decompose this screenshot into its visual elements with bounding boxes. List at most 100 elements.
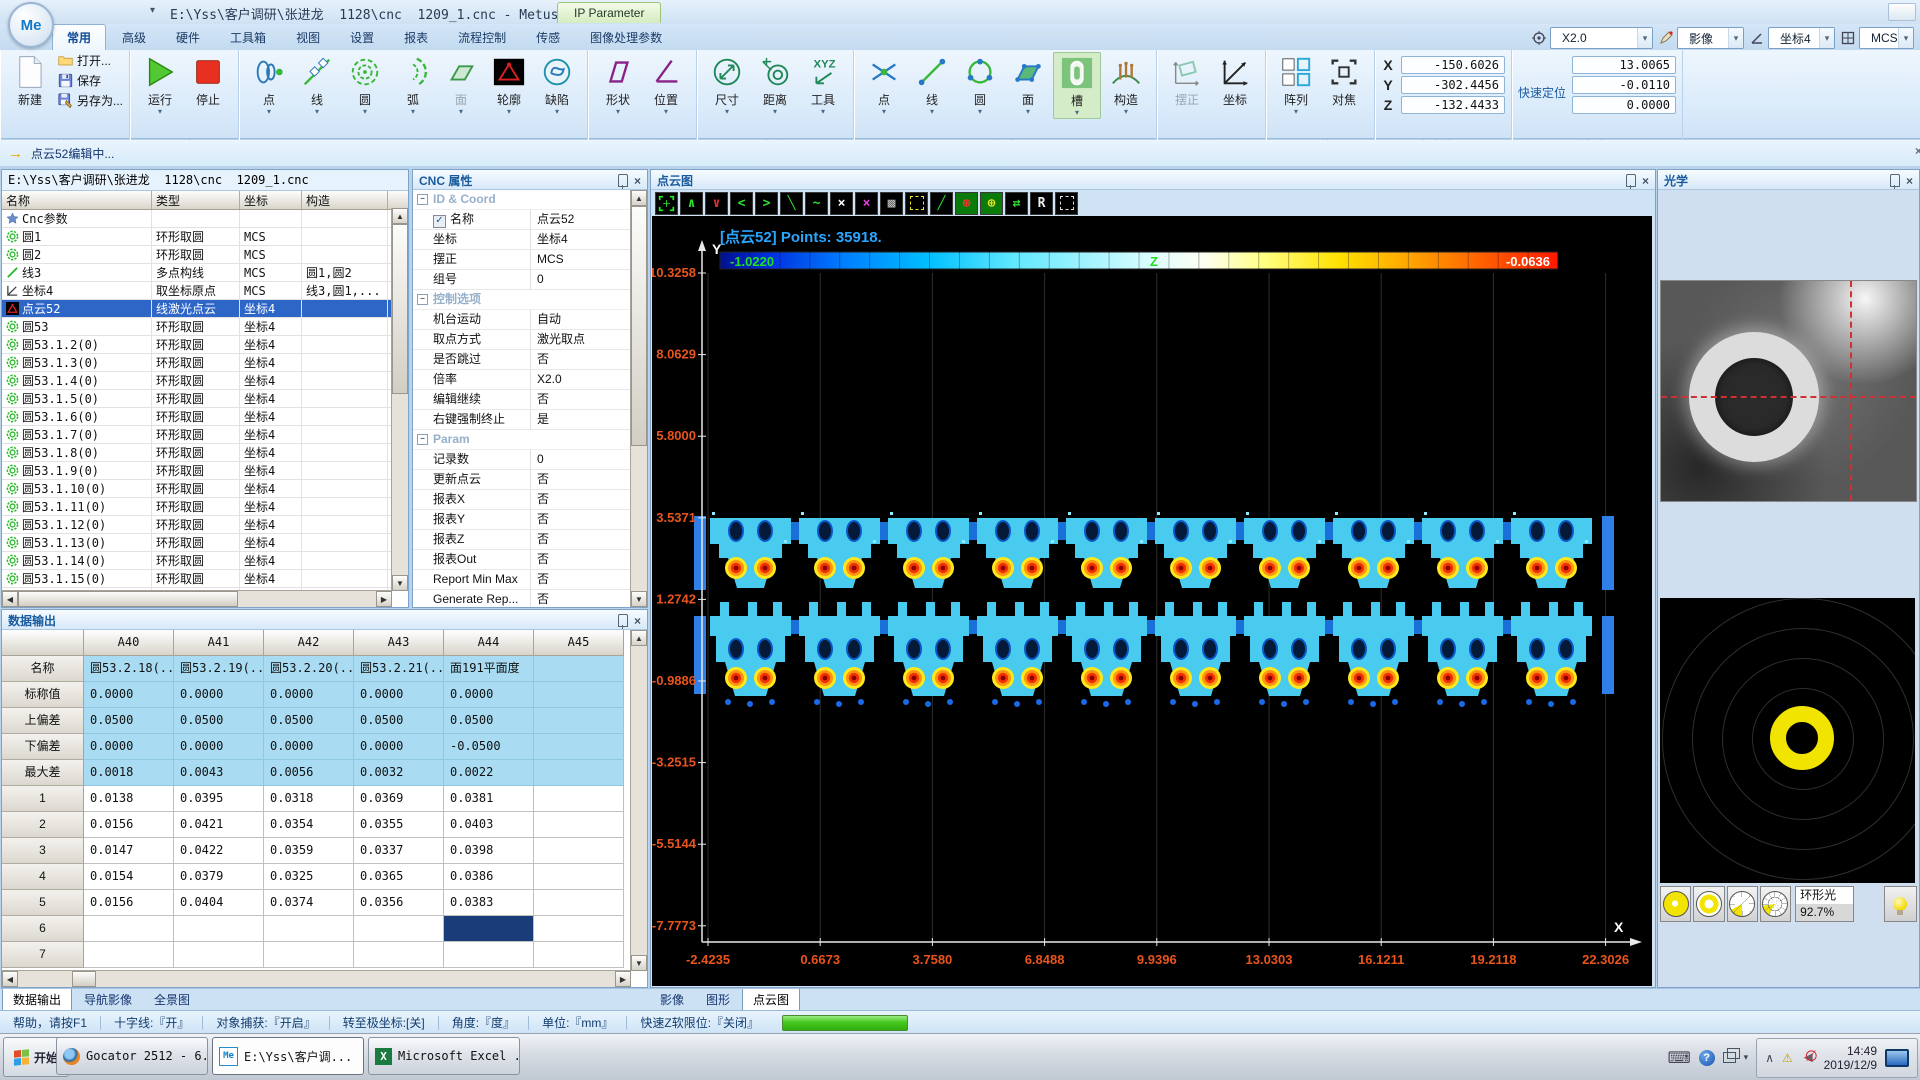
cnc-property-value[interactable]: 否 [531, 390, 631, 409]
table-cell[interactable]: 0.0354 [264, 812, 354, 838]
cnc-property-value[interactable]: MCS [531, 250, 631, 269]
collapse-icon[interactable]: − [417, 194, 428, 205]
close-icon[interactable]: × [1906, 174, 1913, 188]
chevron-up-icon[interactable]: ∧ [1765, 1051, 1774, 1065]
bottom-tab-导航影像[interactable]: 导航影像 [74, 989, 142, 1010]
table-cell[interactable]: 0.0500 [444, 708, 534, 734]
table-cell[interactable]: 0.0379 [174, 864, 264, 890]
table-cell[interactable]: 0.0500 [264, 708, 354, 734]
table-cell[interactable]: 0.0000 [444, 682, 534, 708]
sector-rings-light-button[interactable] [1760, 886, 1791, 922]
tab-工具箱[interactable]: 工具箱 [216, 25, 280, 50]
construct-point-button[interactable]: 点▾ [861, 52, 907, 117]
tab-图像处理参数[interactable]: 图像处理参数 [576, 25, 676, 50]
table-cell[interactable]: 圆53.2.21(... [354, 656, 444, 682]
box-select-icon[interactable] [905, 192, 928, 215]
tree-row[interactable]: 圆53.1.12(0)环形取圆坐标4 [2, 516, 408, 534]
table-row-header[interactable]: 最大差 [2, 760, 84, 786]
cnc-vertical-scrollbar[interactable]: ▲ ▼ [630, 190, 647, 607]
table-cell[interactable] [84, 942, 174, 968]
table-cell[interactable]: 0.0422 [174, 838, 264, 864]
table-cell[interactable]: 0.0000 [174, 734, 264, 760]
bottom-tab-数据输出[interactable]: 数据输出 [2, 989, 72, 1011]
target-red-icon[interactable]: ⊕ [955, 192, 978, 215]
table-cell[interactable]: 0.0325 [264, 864, 354, 890]
construct-line-button[interactable]: 线▾ [909, 52, 955, 117]
tree-row[interactable]: 圆53.1.8(0)环形取圆坐标4 [2, 444, 408, 462]
table-cell[interactable] [534, 786, 624, 812]
tray-clock[interactable]: 14:49 2019/12/9 [1824, 1044, 1877, 1072]
tree-column-header-类型[interactable]: 类型 [152, 191, 240, 209]
table-cell[interactable] [264, 916, 354, 942]
restore-window-icon[interactable] [1723, 1052, 1736, 1063]
table-cell[interactable]: 0.0500 [354, 708, 444, 734]
table-row-header[interactable]: 标称值 [2, 682, 84, 708]
checkbox-checked-icon[interactable]: ✓ [433, 215, 446, 228]
magnification-dropdown[interactable]: X2.0▾ [1550, 27, 1653, 49]
table-row-header[interactable]: 上偏差 [2, 708, 84, 734]
valley-down-icon[interactable]: ∨ [705, 192, 728, 215]
new-button[interactable]: 新建 [7, 52, 53, 110]
cnc-property-value[interactable]: 点云52 [531, 210, 631, 229]
table-cell[interactable] [534, 864, 624, 890]
table-cell[interactable]: 0.0404 [174, 890, 264, 916]
tree-row[interactable]: 圆53.1.3(0)环形取圆坐标4 [2, 354, 408, 372]
table-column-header[interactable]: A41 [174, 630, 264, 656]
table-cell[interactable]: 圆53.2.18(... [84, 656, 174, 682]
tree-row[interactable]: 圆53.1.7(0)环形取圆坐标4 [2, 426, 408, 444]
focus-button[interactable]: 对焦 [1321, 52, 1367, 110]
table-cell[interactable]: 0.0500 [174, 708, 264, 734]
tree-row[interactable]: 圆53.1.14(0)环形取圆坐标4 [2, 552, 408, 570]
table-cell[interactable] [534, 812, 624, 838]
taskbar-window-excel[interactable]: XMicrosoft Excel ... [368, 1037, 520, 1075]
table-cell[interactable] [174, 942, 264, 968]
table-cell[interactable]: 0.0365 [354, 864, 444, 890]
cnc-property-value[interactable]: 否 [531, 510, 631, 529]
tab-设置[interactable]: 设置 [336, 25, 388, 50]
view-tab-点云图[interactable]: 点云图 [742, 989, 800, 1011]
table-row-header[interactable]: 2 [2, 812, 84, 838]
coordinate-select-dropdown[interactable]: 坐标4▾ [1768, 27, 1835, 49]
tree-row[interactable]: 圆2环形取圆MCS [2, 246, 408, 264]
table-cell[interactable]: 圆53.2.19(... [174, 656, 264, 682]
tab-视图[interactable]: 视图 [282, 25, 334, 50]
table-cell[interactable]: 0.0032 [354, 760, 444, 786]
table-vertical-scrollbar[interactable]: ▲ ▼ [630, 630, 647, 971]
tree-row[interactable]: 圆53.1.11(0)环形取圆坐标4 [2, 498, 408, 516]
table-cell[interactable]: 0.0356 [354, 890, 444, 916]
save-as-button[interactable]: 另存为... [58, 92, 123, 109]
pin-icon[interactable] [1626, 174, 1636, 187]
spline-icon[interactable]: ~ [805, 192, 828, 215]
cnc-property-value[interactable]: 否 [531, 470, 631, 489]
table-row-header[interactable]: 下偏差 [2, 734, 84, 760]
pin-icon[interactable] [1890, 174, 1900, 187]
table-cell[interactable]: 0.0018 [84, 760, 174, 786]
mcs-select-dropdown[interactable]: MCS▾ [1859, 27, 1914, 49]
peak-up-icon[interactable]: ∧ [680, 192, 703, 215]
table-cell[interactable]: 0.0383 [444, 890, 534, 916]
table-row-header[interactable]: 7 [2, 942, 84, 968]
profile-button[interactable]: 轮廓▾ [486, 52, 532, 117]
table-cell[interactable] [354, 942, 444, 968]
translate-icon[interactable]: ⇄ [1005, 192, 1028, 215]
tree-row[interactable]: 点云52线激光点云坐标4 [2, 300, 408, 318]
table-column-header[interactable]: A43 [354, 630, 444, 656]
table-cell[interactable]: 0.0022 [444, 760, 534, 786]
tab-报表[interactable]: 报表 [390, 25, 442, 50]
table-cell[interactable]: -0.0500 [444, 734, 534, 760]
feature-arc-button[interactable]: 弧▾ [390, 52, 436, 117]
view-tab-图形[interactable]: 图形 [696, 989, 740, 1010]
tree-column-header-名称[interactable]: 名称 [2, 191, 152, 209]
filter-line-icon[interactable]: ╱ [930, 192, 953, 215]
context-tab-ip-parameter[interactable]: IP Parameter [557, 2, 661, 23]
table-cell[interactable]: 0.0337 [354, 838, 444, 864]
view-tab-影像[interactable]: 影像 [650, 989, 694, 1010]
table-cell[interactable] [534, 682, 624, 708]
volume-muted-icon[interactable]: ◄∅ [1801, 1049, 1816, 1066]
table-cell[interactable]: 0.0000 [84, 682, 174, 708]
table-cell[interactable] [534, 734, 624, 760]
table-cell[interactable]: 0.0386 [444, 864, 534, 890]
cnc-property-value[interactable]: 否 [531, 570, 631, 589]
cnc-property-value[interactable]: 0 [531, 270, 631, 289]
table-cell[interactable] [534, 838, 624, 864]
